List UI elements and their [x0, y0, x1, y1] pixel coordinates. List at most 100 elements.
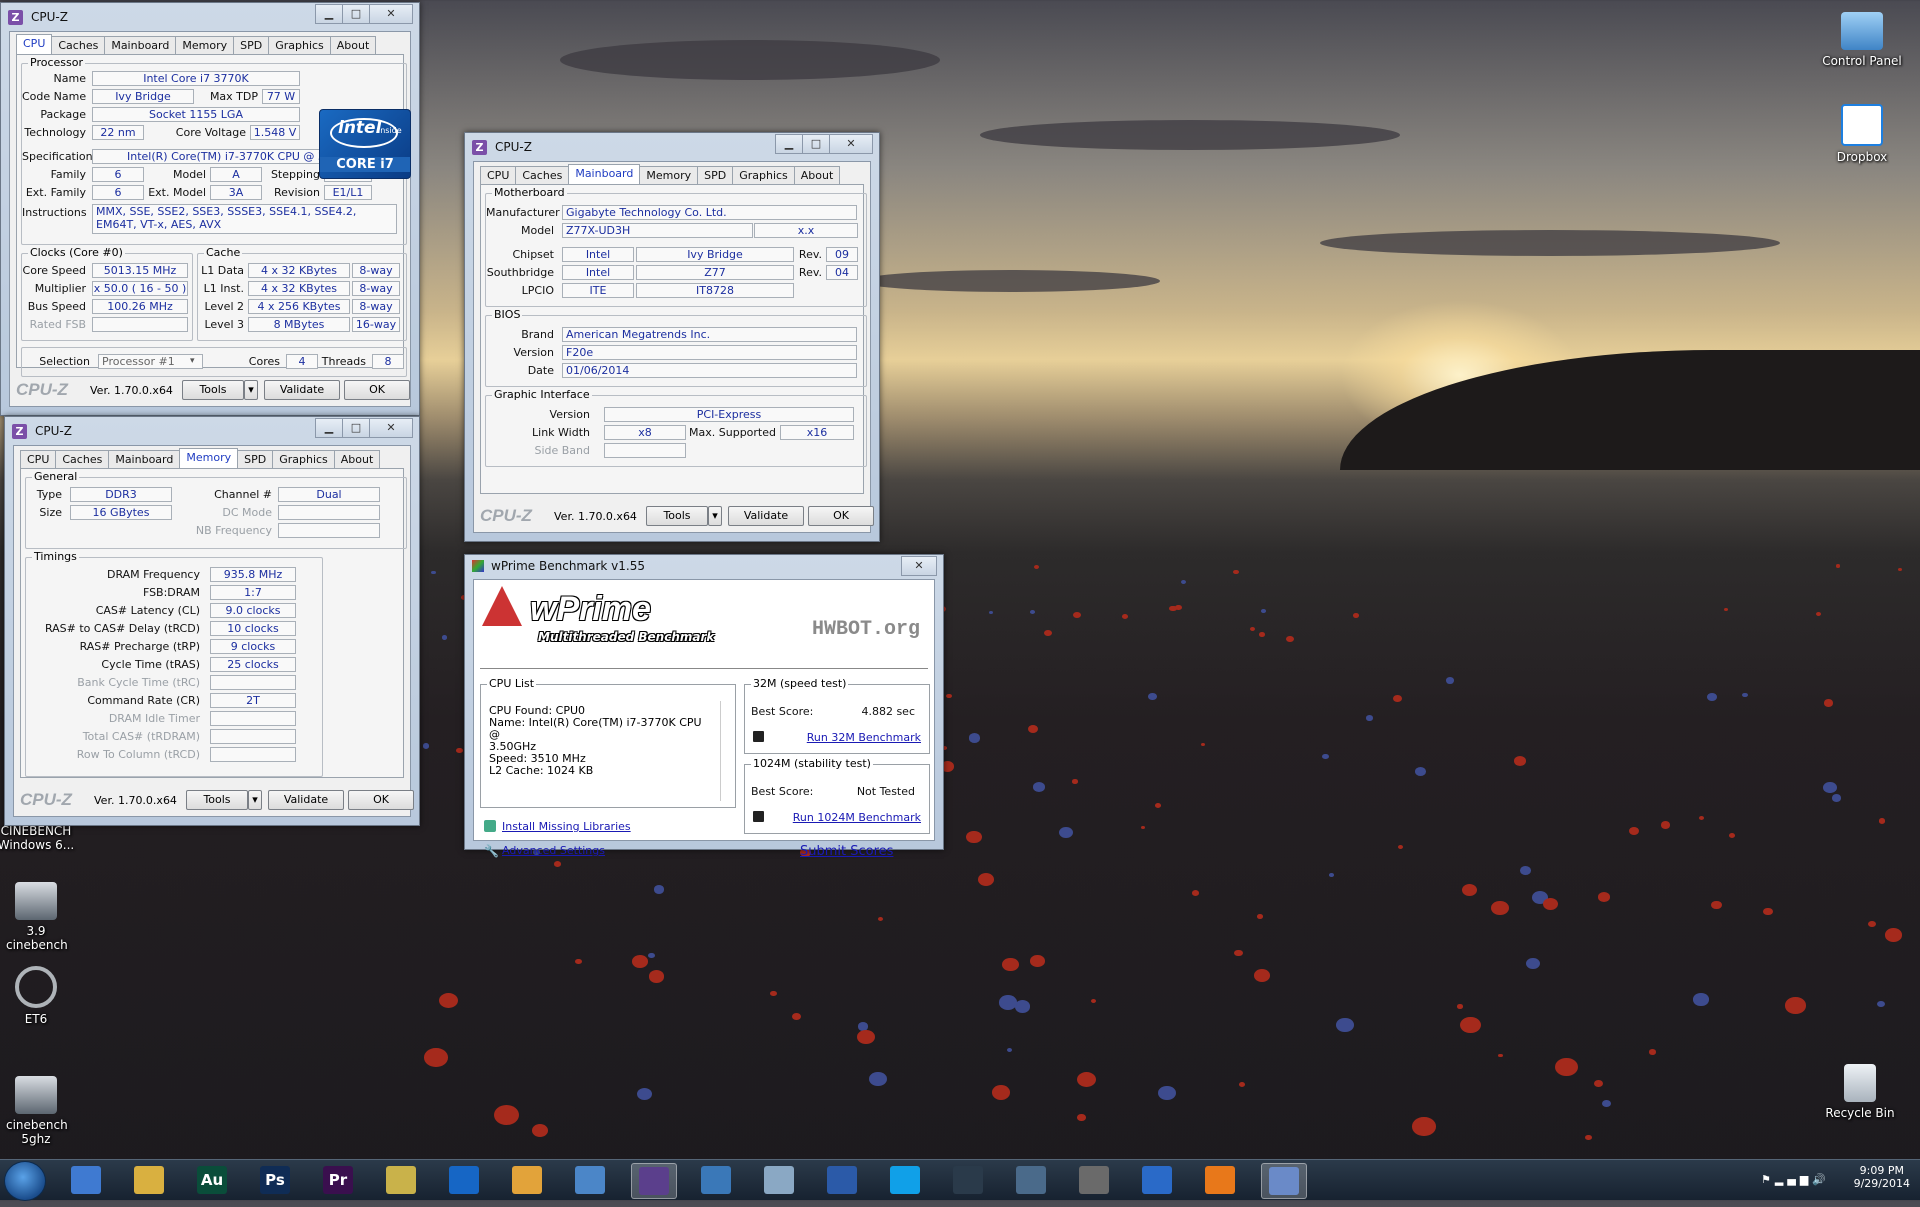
maximize-button[interactable]: □ [802, 134, 830, 154]
photoshop-icon[interactable]: Ps [253, 1163, 297, 1197]
minimize-button[interactable]: ▁ [315, 418, 343, 438]
processor-select[interactable]: Processor #1 [98, 354, 203, 369]
save-icon[interactable] [753, 811, 764, 822]
tab-about[interactable]: About [333, 450, 381, 469]
tab-caches[interactable]: Caches [515, 166, 570, 185]
titlebar[interactable]: Z CPU-Z ▁ □ ✕ [1, 3, 419, 31]
ok-button[interactable]: OK [808, 506, 874, 526]
close-button[interactable]: ✕ [901, 556, 937, 576]
cpu-list-text: CPU Found: CPU0 Name: Intel(R) Core(TM) … [489, 704, 702, 777]
titlebar[interactable]: Z CPU-Z ▁ □ ✕ [465, 133, 879, 161]
tools-dropdown-button[interactable]: ▾ [244, 380, 258, 400]
tab-caches[interactable]: Caches [51, 36, 106, 55]
outlook-icon[interactable] [442, 1163, 486, 1197]
tools-button[interactable]: Tools [186, 790, 248, 810]
desktop-icon-cinebench[interactable]: CINEBENCH Windows 6... [0, 824, 76, 852]
submit-scores-link[interactable]: Submit Scores [800, 844, 893, 859]
speed-best-score: 4.882 sec [861, 705, 915, 718]
maxthon-icon[interactable] [1135, 1163, 1179, 1197]
cpu-list-group: CPU List CPU Found: CPU0 Name: Intel(R) … [480, 677, 736, 808]
notepad-icon[interactable] [379, 1163, 423, 1197]
tab-graphics[interactable]: Graphics [272, 450, 335, 469]
cpuz-memory-window: Z CPU-Z ▁ □ ✕ CPU Caches Mainboard Memory … [4, 416, 420, 826]
validate-button[interactable]: Validate [268, 790, 344, 810]
tab-memory[interactable]: Memory [179, 448, 239, 469]
l1-data-value: 4 x 32 KBytes [248, 263, 350, 278]
titlebar[interactable]: wPrime Benchmark v1.55 ✕ [465, 555, 943, 577]
install-missing-libraries-link[interactable]: Install Missing Libraries [502, 820, 631, 833]
tools-button[interactable]: Tools [646, 506, 708, 526]
tab-graphics[interactable]: Graphics [732, 166, 795, 185]
volume-icon[interactable]: 🔊 [1812, 1173, 1830, 1186]
audition-icon[interactable]: Au [190, 1163, 234, 1197]
tab-memory[interactable]: Memory [639, 166, 699, 185]
titlebar[interactable]: Z CPU-Z ▁ □ ✕ [5, 417, 419, 445]
clock[interactable]: 9:09 PM 9/29/2014 [1854, 1164, 1910, 1190]
tab-mainboard[interactable]: Mainboard [104, 36, 177, 55]
taskbar: Au Ps Pr ⚑▂▄▆🔊 9:09 PM 9/29/2014 [0, 1159, 1920, 1201]
maximize-button[interactable]: □ [342, 418, 370, 438]
tab-caches[interactable]: Caches [55, 450, 110, 469]
close-button[interactable]: ✕ [369, 418, 413, 438]
ok-button[interactable]: OK [348, 790, 414, 810]
start-button[interactable] [4, 1161, 46, 1201]
vlc-icon[interactable] [1198, 1163, 1242, 1197]
network-icon[interactable]: ▂▄▆ [1775, 1173, 1812, 1186]
cpuz-taskbar-icon[interactable] [631, 1163, 677, 1199]
tools-button[interactable]: Tools [182, 380, 244, 400]
tab-memory[interactable]: Memory [175, 36, 235, 55]
desktop-icon-dropbox[interactable]: Dropbox [1822, 104, 1902, 164]
steam-icon[interactable] [946, 1163, 990, 1197]
tools-dropdown-button[interactable]: ▾ [248, 790, 262, 810]
desktop-icon-recycle-bin[interactable]: Recycle Bin [1820, 1064, 1900, 1120]
tab-about[interactable]: About [329, 36, 377, 55]
chevron-down-icon[interactable]: ▾ [190, 356, 195, 366]
wallpaper-flower [1728, 833, 1736, 839]
tab-spd[interactable]: SPD [237, 450, 274, 469]
calculator-icon[interactable] [757, 1163, 801, 1197]
desktop-icon-control-panel[interactable]: Control Panel [1822, 12, 1902, 68]
close-button[interactable]: ✕ [829, 134, 873, 154]
tab-about[interactable]: About [793, 166, 841, 185]
tab-mainboard[interactable]: Mainboard [108, 450, 181, 469]
tab-cpu[interactable]: CPU [480, 166, 517, 185]
core-speed-value: 5013.15 MHz [92, 263, 188, 278]
wprime-taskbar-icon[interactable] [1261, 1163, 1307, 1199]
tab-graphics[interactable]: Graphics [268, 36, 331, 55]
tab-mainboard[interactable]: Mainboard [568, 164, 641, 185]
desktop-icon-et6[interactable]: ET6 [0, 966, 76, 1026]
minimize-button[interactable]: ▁ [775, 134, 803, 154]
skype-icon[interactable] [883, 1163, 927, 1197]
desktop-icon-cinebench-39[interactable]: 3.9 cinebench [0, 882, 76, 952]
tab-spd[interactable]: SPD [697, 166, 734, 185]
desktop-icon-cinebench-5ghz[interactable]: cinebench 5ghz [0, 1076, 76, 1146]
link-width-value: x8 [604, 425, 686, 440]
network-app-icon[interactable] [694, 1163, 738, 1197]
wallpaper-flower [1542, 898, 1558, 910]
firefox-icon[interactable] [64, 1163, 108, 1197]
drive-icon[interactable] [1072, 1163, 1116, 1197]
maximize-button[interactable]: □ [342, 4, 370, 24]
tab-cpu[interactable]: CPU [20, 450, 57, 469]
media-icon[interactable] [1009, 1163, 1053, 1197]
validate-button[interactable]: Validate [264, 380, 340, 400]
minimize-button[interactable]: ▁ [315, 4, 343, 24]
close-button[interactable]: ✕ [369, 4, 413, 24]
tab-spd[interactable]: SPD [233, 36, 270, 55]
wallpaper-flower [441, 635, 448, 640]
tools-dropdown-button[interactable]: ▾ [708, 506, 722, 526]
cpu-list-scrollbar[interactable] [720, 701, 733, 801]
advanced-settings-link[interactable]: Advanced Settings [502, 844, 605, 857]
premiere-icon[interactable]: Pr [316, 1163, 360, 1197]
tab-cpu[interactable]: CPU [16, 34, 53, 55]
v-app-icon[interactable] [505, 1163, 549, 1197]
run-1024m-link[interactable]: Run 1024M Benchmark [793, 811, 921, 824]
explorer-icon[interactable] [127, 1163, 171, 1197]
run-32m-link[interactable]: Run 32M Benchmark [807, 731, 921, 744]
word-icon[interactable] [820, 1163, 864, 1197]
validate-button[interactable]: Validate [728, 506, 804, 526]
save-icon[interactable] [753, 731, 764, 742]
ok-button[interactable]: OK [344, 380, 410, 400]
paint-icon[interactable] [568, 1163, 612, 1197]
flag-icon[interactable]: ⚑ [1761, 1173, 1775, 1186]
